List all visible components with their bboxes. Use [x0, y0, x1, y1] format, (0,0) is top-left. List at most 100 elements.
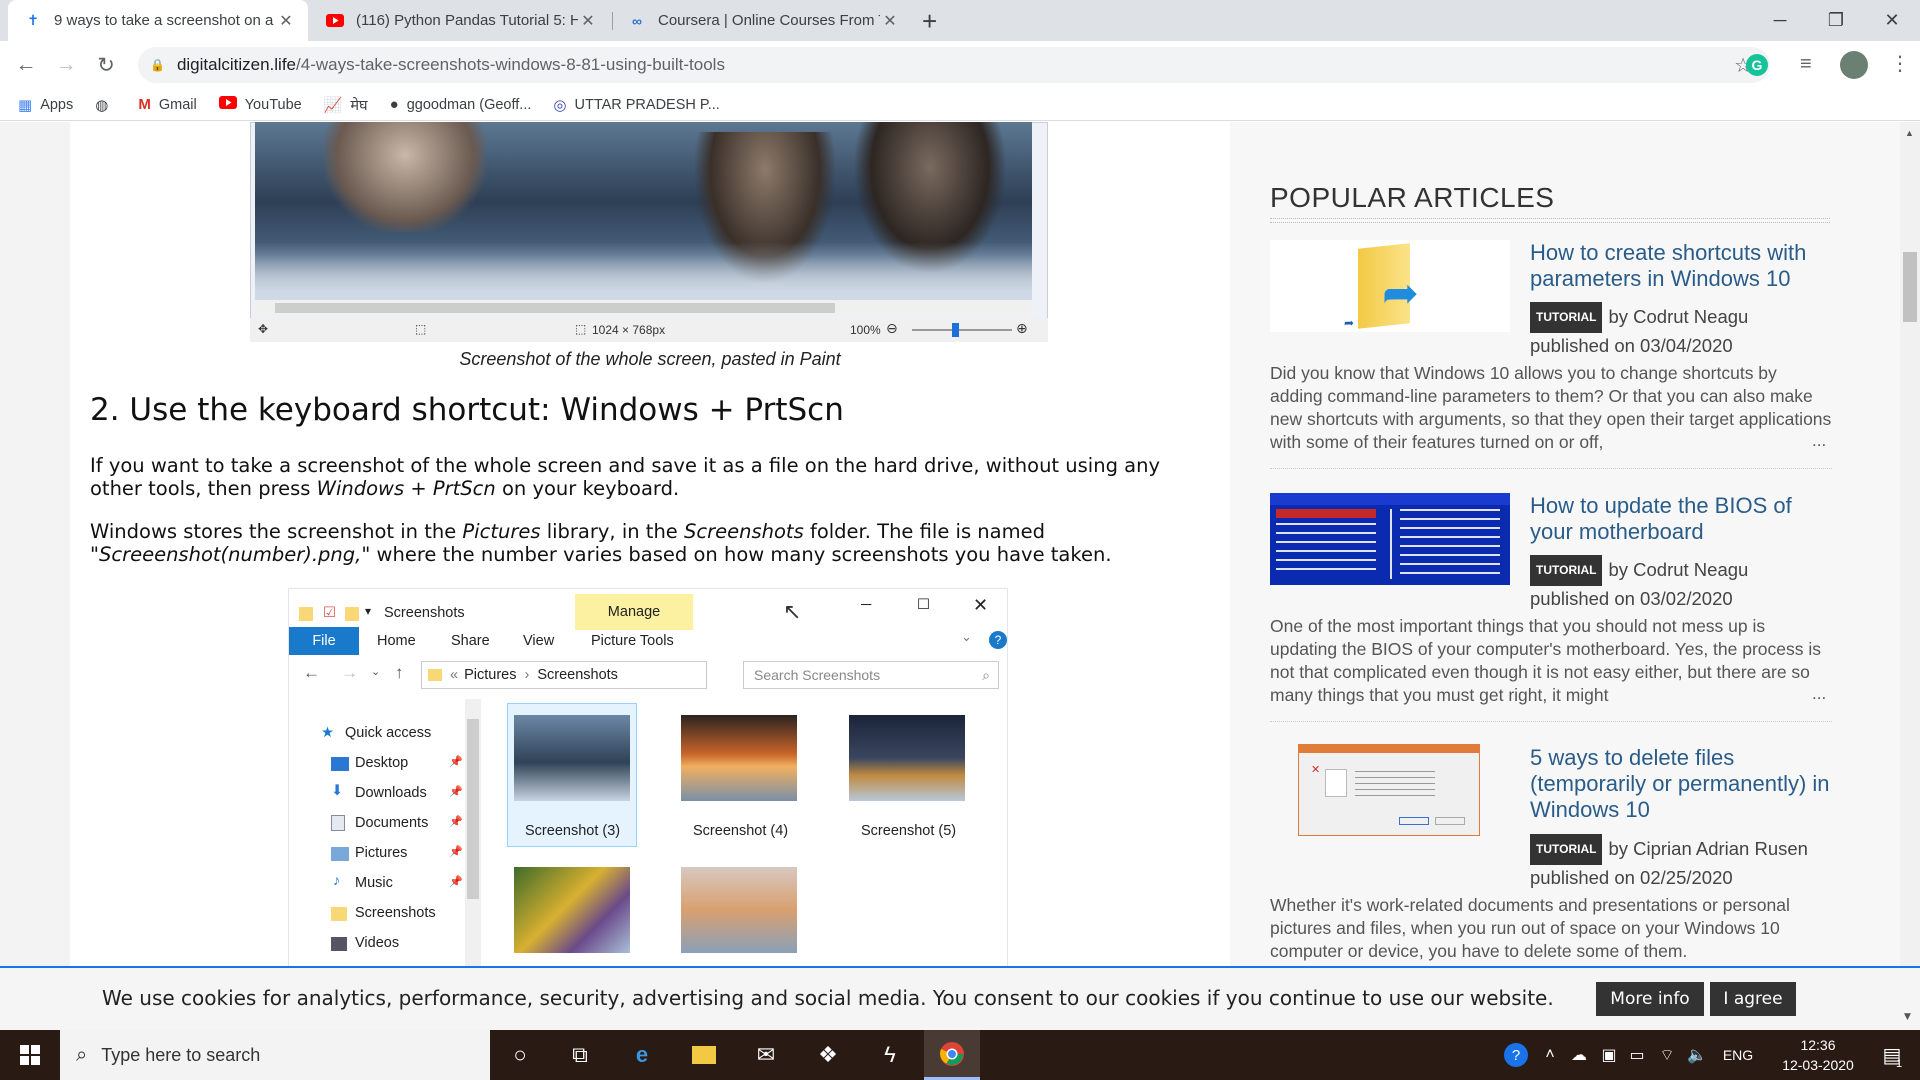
article-divider [1270, 721, 1832, 722]
article-excerpt: One of the most important things that yo… [1270, 616, 1822, 705]
page-scroll-thumb[interactable] [1903, 252, 1917, 322]
search-icon: ⌕ [982, 666, 990, 683]
notifications-icon[interactable]: ▤ 1 [1872, 1030, 1912, 1080]
bookmark-label: UTTAR PRADESH P... [574, 96, 720, 113]
bookmark-globe[interactable]: ◍ [95, 96, 116, 114]
battery-icon[interactable]: ▭ [1626, 1030, 1648, 1080]
minimize-icon[interactable]: ─ [1752, 0, 1808, 41]
poster-figure [325, 122, 485, 232]
mouse-cursor-icon: ↖ [783, 599, 802, 624]
scroll-thumb[interactable] [275, 303, 835, 313]
paint-status-bar: ✥ ⬚ ⬚ 1024 × 768px 100% ⊖ ⊕ [250, 318, 1048, 342]
close-tab-icon[interactable]: ✕ [276, 11, 296, 31]
tab-title: Coursera | Online Courses From T [658, 12, 880, 29]
close-window-icon[interactable]: ✕ [1864, 0, 1920, 41]
close-tab-icon[interactable]: ✕ [578, 11, 598, 31]
zoom-slider[interactable] [912, 329, 1012, 331]
tab-digitalcitizen[interactable]: ✝ 9 ways to take a screenshot on a ✕ [8, 0, 308, 41]
bookmark-github[interactable]: ● ggoodman (Geoff... [390, 96, 532, 113]
reload-icon[interactable]: ↻ [92, 51, 120, 79]
maximize-icon[interactable]: ❐ [1808, 0, 1864, 41]
language-indicator[interactable]: ENG [1718, 1030, 1758, 1080]
zoom-slider-thumb[interactable] [952, 323, 959, 337]
chevron-up-icon[interactable]: ˄ [1540, 1030, 1560, 1080]
pin-icon: 📌 [449, 816, 463, 828]
tab-coursera[interactable]: ∞ Coursera | Online Courses From T ✕ [612, 0, 912, 41]
edge-icon[interactable]: e [614, 1030, 670, 1080]
popular-articles-heading: POPULAR ARTICLES [1270, 182, 1555, 213]
device-icon[interactable]: ▣ [1598, 1030, 1620, 1080]
tab-youtube[interactable]: (116) Python Pandas Tutorial 5: H ✕ [310, 0, 610, 41]
taskbar-search-box[interactable]: ⌕ Type here to search [60, 1030, 490, 1080]
article-title-link[interactable]: How to create shortcuts with parameters … [1530, 240, 1830, 292]
media-control-icon[interactable]: ≡ [1800, 53, 1812, 76]
task-view-icon[interactable]: ⧉ [552, 1030, 608, 1080]
article-date: published on 03/04/2020 [1530, 335, 1733, 356]
article-meta: TUTORIAL by Codrut Neagu published on 03/0… [1530, 555, 1748, 611]
path-segment: Screenshots [537, 667, 618, 683]
heading-divider [1270, 218, 1830, 223]
menu-kebab-icon[interactable]: ⋮ [1890, 51, 1910, 76]
mail-icon[interactable]: ✉ [738, 1030, 794, 1080]
tutorial-badge[interactable]: TUTORIAL [1530, 834, 1603, 865]
delete-files-thumbnail[interactable]: ✕ [1298, 744, 1480, 836]
close-tab-icon[interactable]: ✕ [880, 11, 900, 31]
agree-button[interactable]: I agree [1710, 982, 1796, 1016]
bookmark-uttar-pradesh[interactable]: ◎ UTTAR PRADESH P... [553, 96, 719, 114]
article-author[interactable]: by Codrut Neagu [1608, 306, 1748, 327]
zoom-in-icon[interactable]: ⊕ [1016, 320, 1028, 337]
shortcut-thumbnail[interactable]: ➦ ➦ [1270, 240, 1510, 332]
bookmark-megh[interactable]: 📈 मेघ [324, 95, 368, 115]
tab-title: (116) Python Pandas Tutorial 5: H [356, 12, 578, 29]
article-author[interactable]: by Codrut Neagu [1608, 559, 1748, 580]
bookmark-apps[interactable]: ▦ Apps [18, 96, 73, 114]
paragraph: If you want to take a screenshot of the … [90, 454, 1230, 500]
address-bar[interactable]: 🔒 digitalcitizen.life/4-ways-take-screen… [138, 47, 1770, 83]
dropbox-icon[interactable]: ❖ [800, 1030, 856, 1080]
file-name: Screenshot (3) [525, 823, 621, 839]
clock[interactable]: 12:36 12-03-2020 [1768, 1030, 1868, 1080]
back-icon[interactable]: ← [12, 51, 40, 79]
nav-item-downloads: Downloads [355, 785, 427, 801]
nav-item-documents: Documents [355, 815, 429, 831]
downloads-icon: ⬇ [331, 783, 344, 799]
article-excerpt: Whether it's work-related documents and … [1270, 895, 1790, 961]
article-author[interactable]: by Ciprian Adrian Rusen [1608, 838, 1808, 859]
cloud-icon[interactable]: ☁ [1568, 1030, 1590, 1080]
paint-horizontal-scrollbar[interactable] [255, 300, 1032, 316]
more-ellipsis[interactable]: ... [1808, 684, 1827, 704]
bookmark-gmail[interactable]: M Gmail [138, 96, 196, 113]
article-title-link[interactable]: 5 ways to delete files (temporarily or p… [1530, 745, 1830, 823]
paragraph-text: library, in the [540, 520, 685, 543]
help-icon: ? [989, 631, 1007, 649]
volume-icon[interactable]: 🔈 [1686, 1030, 1708, 1080]
scroll-down-icon[interactable]: ▼ [1904, 1012, 1911, 1022]
profile-avatar[interactable] [1840, 51, 1868, 79]
help-tray-icon[interactable]: ? [1502, 1030, 1530, 1080]
pictures-icon [331, 847, 349, 861]
tutorial-badge[interactable]: TUTORIAL [1530, 555, 1603, 586]
chevron-right-icon: › [524, 667, 530, 683]
videos-icon [331, 937, 347, 951]
forward-icon[interactable]: → [52, 51, 80, 79]
bookmark-youtube[interactable]: YouTube [218, 96, 302, 113]
bios-thumbnail[interactable] [1270, 493, 1510, 585]
new-tab-icon[interactable]: + [922, 6, 937, 37]
emphasis: Pictures [462, 520, 541, 543]
zoom-out-icon[interactable]: ⊖ [886, 320, 898, 337]
article-title-link[interactable]: How to update the BIOS of your motherboa… [1530, 493, 1830, 545]
more-ellipsis[interactable]: ... [1808, 431, 1827, 451]
chrome-icon[interactable] [924, 1030, 980, 1080]
bolt-app-icon[interactable]: ϟ [862, 1030, 918, 1080]
browser-toolbar: ← → ↻ 🔒 digitalcitizen.life/4-ways-take-… [0, 41, 1920, 89]
url-host: digitalcitizen.life [176, 55, 297, 74]
grammarly-extension-icon[interactable]: G [1746, 54, 1768, 76]
pin-icon: 📌 [449, 756, 463, 768]
tutorial-badge[interactable]: TUTORIAL [1530, 302, 1603, 333]
more-info-button[interactable]: More info [1596, 982, 1704, 1016]
cortana-icon[interactable]: ○ [492, 1030, 548, 1080]
windows-start-icon[interactable] [2, 1030, 58, 1080]
file-explorer-icon[interactable] [676, 1030, 732, 1080]
wifi-icon[interactable]: ⌔ [1656, 1030, 1678, 1080]
scroll-up-icon[interactable]: ▲ [1905, 128, 1914, 138]
